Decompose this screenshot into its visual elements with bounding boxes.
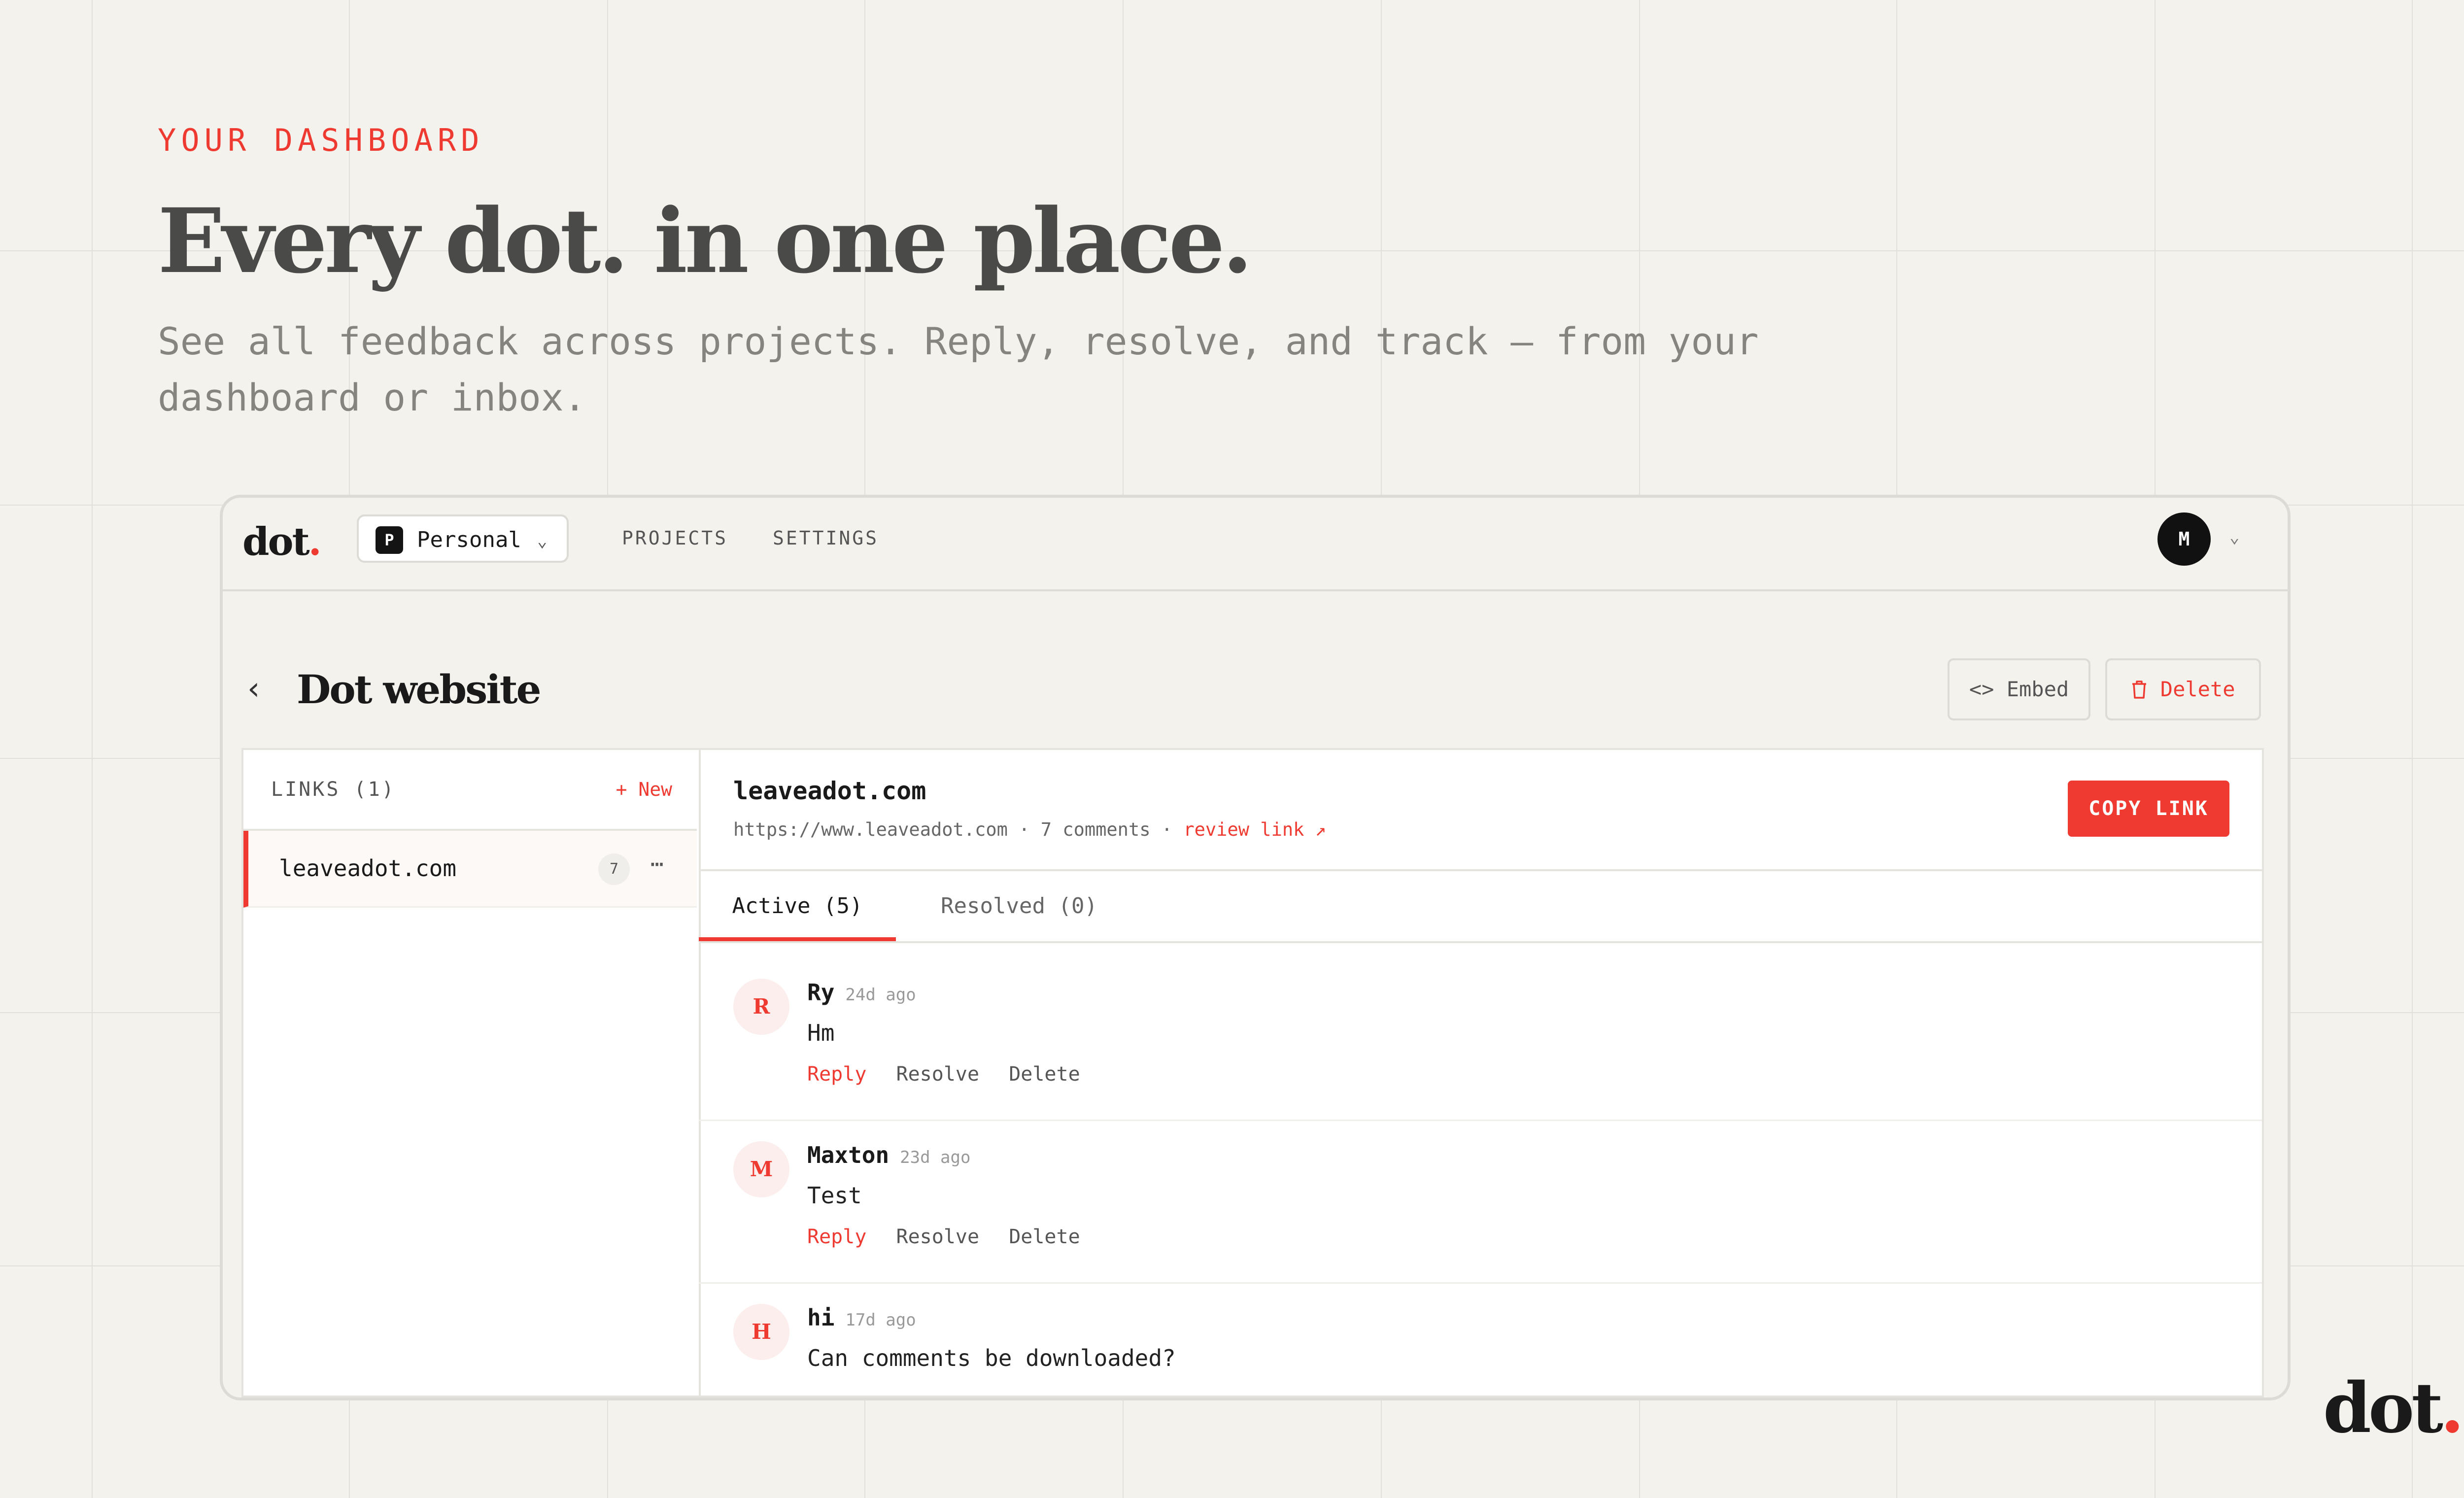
- comment-time: 24d ago: [845, 985, 916, 1005]
- embed-label: Embed: [2006, 677, 2069, 701]
- nav-settings[interactable]: SETTINGS: [773, 523, 879, 553]
- more-options-icon[interactable]: ⋯: [650, 850, 664, 879]
- delete-project-button[interactable]: Delete: [2105, 658, 2261, 720]
- link-detail-title: leaveadot.com: [733, 777, 926, 805]
- app-window: dot. P Personal ⌄ PROJECTS SETTINGS M ⌄ …: [220, 495, 2291, 1400]
- comment-actions: Reply Resolve Delete: [807, 1059, 1098, 1089]
- trash-icon: [2131, 677, 2160, 701]
- reply-button[interactable]: Reply: [807, 1226, 866, 1248]
- link-detail-header: leaveadot.com https://www.leaveadot.com …: [699, 750, 2262, 871]
- delete-label: Delete: [2160, 677, 2235, 701]
- nav-projects[interactable]: PROJECTS: [622, 523, 728, 553]
- comment-author: hi 17d ago: [807, 1304, 916, 1331]
- delete-comment-button[interactable]: Delete: [1009, 1063, 1080, 1086]
- new-link-button[interactable]: + New: [616, 775, 672, 804]
- user-avatar[interactable]: M: [2157, 512, 2211, 566]
- top-navbar: dot. P Personal ⌄ PROJECTS SETTINGS M ⌄: [223, 498, 2288, 591]
- comment-text: Can comments be downloaded?: [807, 1345, 1176, 1371]
- link-url: https://www.leaveadot.com: [733, 819, 1008, 840]
- comment-time: 23d ago: [900, 1148, 971, 1167]
- hero-eyebrow: YOUR DASHBOARD: [158, 122, 484, 158]
- comment-time: 17d ago: [845, 1310, 916, 1330]
- hero-subtitle: See all feedback across projects. Reply,…: [158, 319, 1759, 419]
- comment-avatar: R: [733, 979, 789, 1035]
- brand-logo: dot.: [2323, 1368, 2464, 1449]
- links-header: LINKS (1) + New: [243, 750, 697, 831]
- chevron-down-icon: ⌄: [537, 531, 548, 551]
- reply-button[interactable]: Reply: [807, 1063, 866, 1086]
- comment-avatar: H: [733, 1304, 789, 1360]
- workspace-select[interactable]: P Personal ⌄: [357, 514, 569, 563]
- links-sidebar: LINKS (1) + New leaveadot.com 7 ⋯: [243, 750, 701, 1396]
- code-icon: <>: [1969, 677, 1994, 701]
- copy-link-button[interactable]: COPY LINK: [2068, 781, 2229, 837]
- tab-active[interactable]: Active (5): [699, 871, 896, 941]
- comment-item: M Maxton 23d ago Test Reply Resolve Delet…: [699, 1120, 2262, 1284]
- workspace-label: Personal: [417, 527, 521, 552]
- comment-tabs: Active (5) Resolved (0): [699, 871, 2262, 943]
- hero-headline: Every dot. in one place.: [158, 189, 1253, 293]
- tab-resolved[interactable]: Resolved (0): [916, 871, 1123, 941]
- link-comments-count: 7 comments: [1040, 819, 1151, 840]
- comment-author: Maxton 23d ago: [807, 1142, 971, 1168]
- comment-avatar: M: [733, 1141, 789, 1197]
- page-title: Dot website: [297, 666, 542, 713]
- chevron-down-icon[interactable]: ⌄: [2229, 522, 2239, 552]
- app-logo[interactable]: dot.: [242, 517, 322, 567]
- embed-button[interactable]: <> Embed: [1948, 658, 2090, 720]
- comment-text: Hm: [807, 1020, 835, 1046]
- back-chevron-icon[interactable]: ‹: [244, 669, 264, 709]
- resolve-button[interactable]: Resolve: [896, 1226, 980, 1248]
- review-link[interactable]: review link ↗: [1183, 819, 1326, 840]
- link-detail: leaveadot.com https://www.leaveadot.com …: [699, 750, 2262, 1396]
- link-item-name: leaveadot.com: [279, 855, 457, 882]
- link-comment-count-badge: 7: [598, 853, 630, 885]
- link-item[interactable]: leaveadot.com 7 ⋯: [243, 831, 697, 908]
- comment-item: R Ry 24d ago Hm Reply Resolve Delete: [699, 957, 2262, 1121]
- comment-author: Ry 24d ago: [807, 979, 916, 1006]
- hero-section: YOUR DASHBOARD Every dot. in one place. …: [158, 118, 1932, 426]
- comment-actions: Reply Resolve Delete: [807, 1222, 1098, 1252]
- link-detail-meta: https://www.leaveadot.com · 7 comments ·…: [733, 819, 1326, 840]
- links-count-label: LINKS (1): [271, 778, 396, 801]
- comment-item: H hi 17d ago Can comments be downloaded?: [699, 1282, 2262, 1397]
- comment-text: Test: [807, 1182, 862, 1209]
- workspace-badge: P: [376, 526, 403, 554]
- links-panel: LINKS (1) + New leaveadot.com 7 ⋯ leavea…: [241, 748, 2264, 1397]
- resolve-button[interactable]: Resolve: [896, 1063, 980, 1086]
- delete-comment-button[interactable]: Delete: [1009, 1226, 1080, 1248]
